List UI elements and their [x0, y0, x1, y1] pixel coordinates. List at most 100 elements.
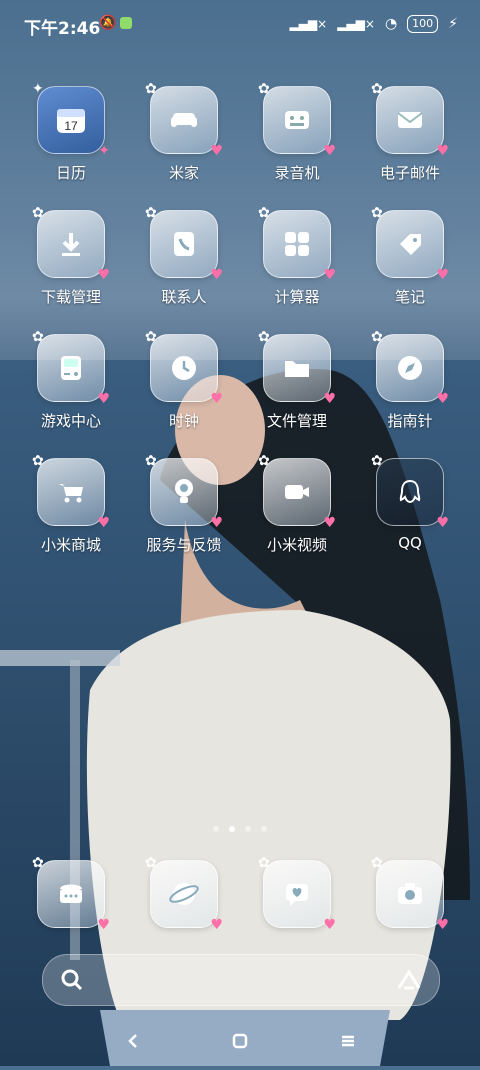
- mi-video-tile[interactable]: ✿ ♥: [258, 453, 336, 531]
- bow-icon: ✿: [258, 855, 270, 871]
- signal-icon-2: ▂▄▆×: [337, 17, 375, 31]
- heart-icon: ✦: [98, 143, 110, 159]
- browser-icon: [169, 883, 199, 905]
- app-service-feedback[interactable]: ✿ ♥ 服务与反馈: [129, 453, 239, 555]
- app-label: 文件管理: [266, 412, 327, 430]
- contacts-icon: [174, 232, 194, 256]
- search-icon[interactable]: [59, 967, 85, 993]
- dock-browser[interactable]: ✿ ♥: [129, 855, 239, 933]
- recents-button[interactable]: [328, 1026, 368, 1056]
- notes-tile[interactable]: ✿ ♥: [371, 205, 449, 283]
- camera-icon: [398, 883, 422, 904]
- folder-icon: [285, 361, 309, 377]
- clock-tile[interactable]: ✿ ♥: [145, 329, 223, 407]
- bow-icon: ✿: [371, 329, 383, 345]
- bow-icon: ✿: [371, 453, 383, 469]
- mijia-tile[interactable]: ✿ ♥: [145, 81, 223, 159]
- chat-icon: [286, 884, 308, 906]
- bow-icon: ✿: [32, 855, 44, 871]
- status-bar: 下午2:46 🔕 ▂▄▆× ▂▄▆× ◔ 100 ⚡: [0, 0, 480, 50]
- recorder-tile[interactable]: ✿ ♥: [258, 81, 336, 159]
- bow-icon: ✿: [145, 453, 157, 469]
- calendar-tile[interactable]: ✦ 17 ✦: [32, 81, 110, 159]
- signal-icon-1: ▂▄▆×: [289, 17, 328, 31]
- heart-icon: ♥: [323, 267, 336, 283]
- phone-tile[interactable]: ✿ ♥: [32, 855, 110, 933]
- service-feedback-tile[interactable]: ✿ ♥: [145, 453, 223, 531]
- bow-icon: ✿: [145, 329, 157, 345]
- page-dot[interactable]: [213, 826, 219, 832]
- app-label: QQ: [398, 534, 422, 552]
- bow-icon: ✿: [145, 81, 157, 97]
- app-contacts[interactable]: ✿ ♥ 联系人: [129, 205, 239, 307]
- app-notification-icon: [120, 17, 132, 29]
- email-tile[interactable]: ✿ ♥: [371, 81, 449, 159]
- compass-tile[interactable]: ✿ ♥: [371, 329, 449, 407]
- heart-icon: ♥: [210, 143, 223, 159]
- app-qq[interactable]: ✿ ♥ QQ: [355, 453, 465, 552]
- search-bar[interactable]: [42, 954, 440, 1006]
- page-dot[interactable]: [261, 826, 267, 832]
- heart-icon: ♥: [436, 515, 449, 531]
- voice-assistant-icon[interactable]: [395, 966, 423, 994]
- dock-messages[interactable]: ✿ ♥: [242, 855, 352, 933]
- app-email[interactable]: ✿ ♥ 电子邮件: [355, 81, 465, 183]
- bow-icon: ✿: [32, 453, 44, 469]
- app-calendar[interactable]: ✦ 17 ✦ 日历: [16, 81, 126, 183]
- app-recorder[interactable]: ✿ ♥ 录音机: [242, 81, 352, 183]
- bow-icon: ✿: [145, 855, 157, 871]
- download-tile[interactable]: ✿ ♥: [32, 205, 110, 283]
- camera-tile[interactable]: ✿ ♥: [371, 855, 449, 933]
- heart-icon: ♥: [323, 143, 336, 159]
- page-dot[interactable]: [245, 826, 251, 832]
- app-label: 下载管理: [40, 288, 101, 306]
- messages-tile[interactable]: ✿ ♥: [258, 855, 336, 933]
- calculator-icon: [285, 232, 309, 256]
- back-icon: [128, 1034, 137, 1048]
- back-button[interactable]: [114, 1026, 154, 1056]
- mi-store-tile[interactable]: ✿ ♥: [32, 453, 110, 531]
- app-mi-store[interactable]: ✿ ♥ 小米商城: [16, 453, 126, 555]
- app-mi-video[interactable]: ✿ ♥ 小米视频: [242, 453, 352, 555]
- page-dot-active[interactable]: [229, 826, 235, 832]
- app-label: 小米视频: [266, 536, 327, 554]
- app-download[interactable]: ✿ ♥ 下载管理: [16, 205, 126, 307]
- app-clock[interactable]: ✿ ♥ 时钟: [129, 329, 239, 431]
- app-game-center[interactable]: ✿ ♥ 游戏中心: [16, 329, 126, 431]
- dock-phone[interactable]: ✿ ♥: [16, 855, 126, 933]
- bow-icon: ✿: [258, 453, 270, 469]
- file-manager-tile[interactable]: ✿ ♥: [258, 329, 336, 407]
- app-compass[interactable]: ✿ ♥ 指南针: [355, 329, 465, 431]
- heart-icon: ♥: [436, 917, 449, 933]
- browser-tile[interactable]: ✿ ♥: [145, 855, 223, 933]
- bow-icon: ✿: [32, 205, 44, 221]
- navigation-bar: [0, 1020, 480, 1060]
- app-mijia[interactable]: ✿ ♥ 米家: [129, 81, 239, 183]
- app-file-manager[interactable]: ✿ ♥ 文件管理: [242, 329, 352, 431]
- heart-icon: ♥: [323, 917, 336, 933]
- status-time: 下午2:46: [24, 19, 101, 39]
- app-label: 指南针: [387, 412, 433, 430]
- home-button[interactable]: [220, 1026, 260, 1056]
- calculator-tile[interactable]: ✿ ♥: [258, 205, 336, 283]
- charging-icon: ⚡: [448, 16, 458, 32]
- bulb-icon: [175, 479, 193, 503]
- calendar-badge: 17: [64, 119, 78, 133]
- heart-icon: ♥: [97, 515, 110, 531]
- bow-icon: ✿: [32, 329, 44, 345]
- app-notes[interactable]: ✿ ♥ 笔记: [355, 205, 465, 307]
- dock-camera[interactable]: ✿ ♥: [355, 855, 465, 933]
- mail-icon: [397, 112, 423, 128]
- heart-icon: ♥: [436, 391, 449, 407]
- app-label: 联系人: [161, 288, 207, 306]
- app-label: 服务与反馈: [146, 536, 222, 554]
- sofa-icon: [171, 113, 197, 127]
- bow-icon: ✿: [371, 855, 383, 871]
- app-calculator[interactable]: ✿ ♥ 计算器: [242, 205, 352, 307]
- game-center-tile[interactable]: ✿ ♥: [32, 329, 110, 407]
- contacts-tile[interactable]: ✿ ♥: [145, 205, 223, 283]
- app-label: 电子邮件: [379, 164, 440, 182]
- qq-tile[interactable]: ✿ ♥: [371, 453, 449, 531]
- mute-icon: 🔕: [99, 15, 117, 31]
- heart-icon: ♥: [436, 267, 449, 283]
